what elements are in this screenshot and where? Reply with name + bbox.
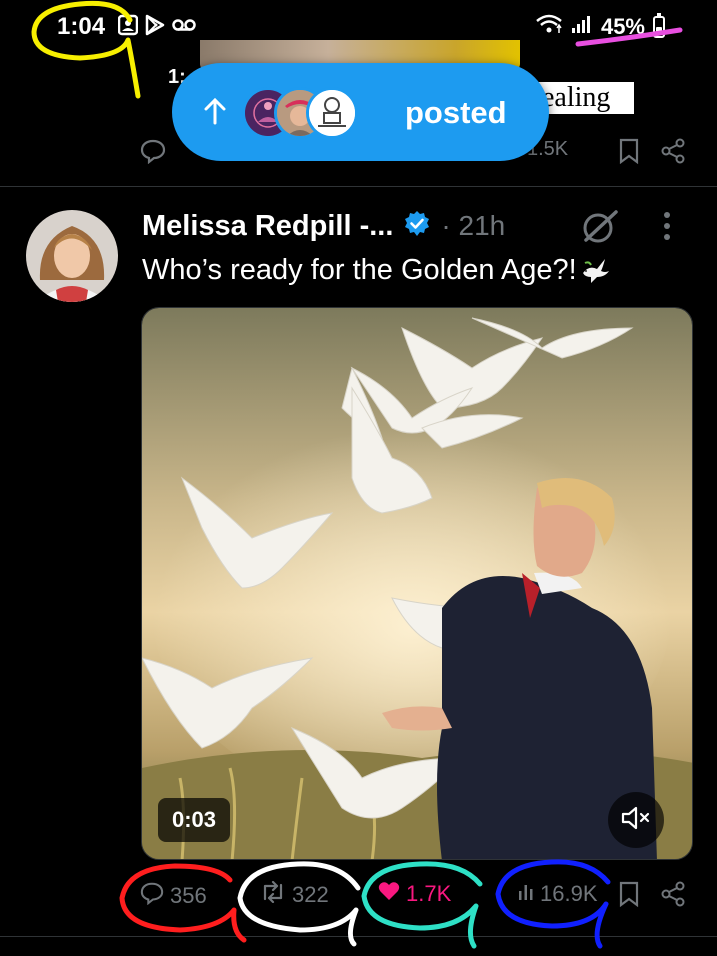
tweet-timestamp[interactable]: · 21h <box>441 210 505 242</box>
previous-post-text-fragment: ealing <box>536 82 634 114</box>
views-button[interactable]: 16.9K <box>518 881 598 907</box>
bookmark-icon[interactable] <box>618 138 640 169</box>
notification-icons <box>117 14 196 41</box>
like-count: 1.7K <box>406 881 452 906</box>
divider <box>0 186 717 187</box>
views-count: 16.9K <box>540 881 598 906</box>
tweet-text-content: Who’s ready for the Golden Age?! <box>142 254 577 286</box>
share-icon <box>660 881 686 913</box>
tweet-header: Melissa Redpill -... · 21h <box>142 206 505 246</box>
bookmark-icon <box>618 881 640 913</box>
tweet-video[interactable]: 0:03 <box>141 307 693 860</box>
status-time: 1:04 <box>57 13 106 40</box>
grok-icon[interactable] <box>580 206 620 251</box>
arrow-up-icon <box>202 97 228 130</box>
tweet-actions: 356 322 1.7K 16.9K <box>140 877 700 917</box>
tweet-text: Who’s ready for the Golden Age?! <box>142 254 611 293</box>
dove-emoji-icon <box>579 255 611 293</box>
divider <box>0 936 717 937</box>
signal-icon <box>571 13 593 40</box>
heart-icon <box>378 881 400 907</box>
voicemail-icon <box>172 18 196 37</box>
pill-avatars <box>242 87 362 139</box>
speaker-muted-icon <box>621 804 651 837</box>
repost-icon <box>260 880 286 909</box>
repost-count: 322 <box>292 882 329 907</box>
tweet-time-value: 21h <box>458 210 506 241</box>
mute-button[interactable] <box>608 792 664 848</box>
system-icons: 45% <box>535 12 665 40</box>
reply-count: 356 <box>170 883 207 908</box>
share-icon[interactable] <box>660 138 686 169</box>
new-posts-pill[interactable]: posted <box>172 63 549 161</box>
screen: 1:04 45% 1: ealing 1.5K posted Melissa R… <box>0 0 717 956</box>
share-button[interactable] <box>660 881 686 913</box>
like-button[interactable]: 1.7K <box>378 881 451 907</box>
author-name[interactable]: Melissa Redpill -... <box>142 210 393 243</box>
more-options-icon[interactable] <box>662 210 672 247</box>
bookmark-button[interactable] <box>618 881 640 913</box>
reply-button[interactable]: 356 <box>140 881 207 911</box>
avatar <box>306 87 358 139</box>
battery-icon <box>653 12 665 38</box>
wifi-icon <box>535 13 563 40</box>
photo-icon <box>117 14 139 41</box>
reply-icon <box>140 881 164 911</box>
verified-badge-icon <box>403 210 431 243</box>
author-avatar[interactable] <box>26 210 118 302</box>
analytics-icon <box>518 881 534 907</box>
reply-icon[interactable] <box>140 138 166 169</box>
battery-percent: 45% <box>600 13 645 39</box>
play-store-icon <box>144 14 166 41</box>
new-posts-label: posted <box>405 95 507 130</box>
video-frame <box>142 308 692 859</box>
video-timestamp: 0:03 <box>158 798 231 842</box>
repost-button[interactable]: 322 <box>260 880 329 909</box>
